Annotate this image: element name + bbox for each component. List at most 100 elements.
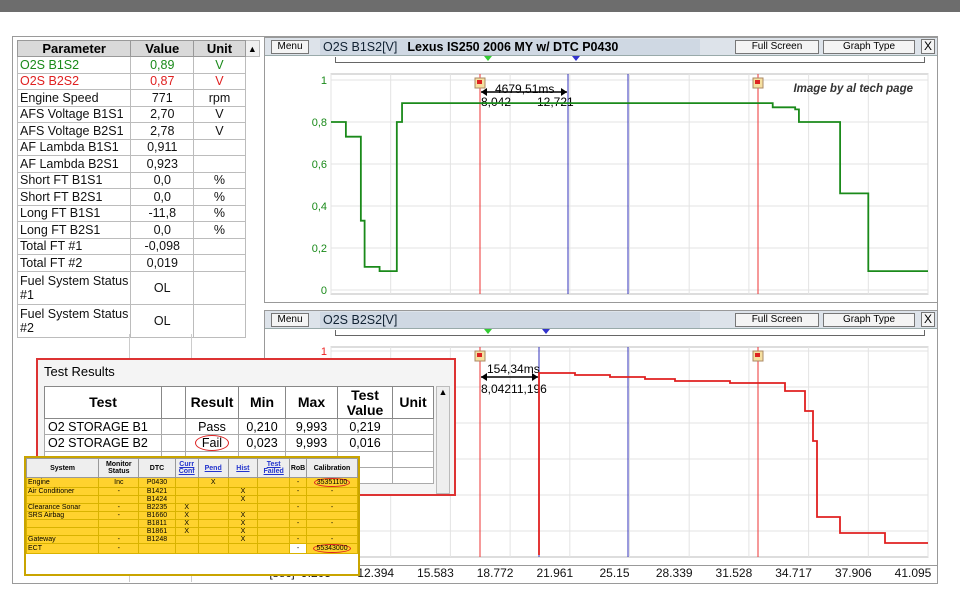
graph1-slider-green-marker[interactable] [484, 56, 492, 61]
tr-header-max[interactable]: Max [285, 386, 338, 419]
param-header-parameter[interactable]: Parameter [16, 40, 132, 57]
param-row[interactable]: Engine Speed 771 rpm [16, 89, 260, 107]
graph1-menu-button[interactable]: Menu [271, 40, 309, 54]
graph2-graph-type-button[interactable]: Graph Type [823, 313, 915, 327]
dtc-cell: - [306, 535, 358, 544]
param-row[interactable]: AF Lambda B1S1 0,911 [16, 138, 260, 156]
param-row[interactable]: Long FT B2S1 0,0% [16, 221, 260, 239]
dtc-cell [227, 543, 259, 554]
dtc-header[interactable]: Curr Conf [174, 458, 199, 478]
graph1-close-button[interactable]: X [921, 39, 935, 54]
graph1-full-screen-button[interactable]: Full Screen [735, 40, 819, 54]
dtc-cell: X [174, 511, 199, 520]
x-tick-label: 15.583 [417, 566, 454, 580]
dtc-cell: X [227, 527, 259, 536]
param-row[interactable]: Fuel System Status #1 OL [16, 270, 260, 305]
graph1-slider-blue-marker[interactable] [572, 56, 580, 61]
test-results-scrollbar[interactable]: ▲ [436, 386, 450, 494]
dtc-cell [197, 543, 229, 554]
dtc-cell [257, 543, 291, 554]
dtc-cell: - [98, 487, 140, 496]
param-unit: % [193, 204, 246, 222]
scroll-up-icon[interactable]: ▲ [244, 40, 261, 57]
graph2-full-screen-button[interactable]: Full Screen [735, 313, 819, 327]
param-row[interactable]: O2S B1S2 0,89 V [16, 56, 260, 74]
dtc-header[interactable]: Pend [197, 458, 229, 478]
param-unit: V [193, 122, 246, 140]
param-header-value[interactable]: Value [130, 40, 195, 57]
dtc-cell: - [98, 543, 140, 554]
x-tick-label: 12.394 [357, 566, 395, 580]
param-unit [193, 303, 246, 338]
dtc-row[interactable]: B1424 X [25, 495, 358, 504]
graph1-plot[interactable]: 1 0,8 0,6 0,4 0,2 0 4679,51ms8,042 12,721 Image … [265, 64, 939, 304]
param-row[interactable]: AF Lambda B2S1 0,923 [16, 155, 260, 173]
dtc-cell: - [98, 535, 140, 544]
param-unit: rpm [193, 89, 246, 107]
graph2-menu-button[interactable]: Menu [271, 313, 309, 327]
graph1-channel[interactable]: O2S B1S2[V] [323, 40, 397, 54]
dtc-cell: - [289, 519, 308, 528]
param-row[interactable]: Short FT B2S1 0,0% [16, 188, 260, 206]
dtc-header[interactable]: Hist [227, 458, 259, 478]
dtc-row[interactable]: Air Conditioner - B1421 X - - [25, 487, 358, 496]
param-row[interactable]: Short FT B1S1 0,0% [16, 171, 260, 189]
graph2-channel[interactable]: O2S B2S2[V] [323, 313, 397, 327]
dtc-row[interactable]: ECT - -55343000 [25, 543, 358, 554]
param-unit: % [193, 188, 246, 206]
param-name: AFS Voltage B1S1 [16, 105, 132, 123]
graph2-flag-icon-mark [755, 353, 760, 357]
tr-header-unit[interactable]: Unit [392, 386, 434, 419]
dtc-row[interactable]: Engine Inc P0430 X -35351100 [25, 477, 358, 488]
tr-header-test[interactable]: Test [44, 386, 162, 419]
param-row-spacer [245, 172, 259, 189]
param-row-spacer [245, 304, 259, 337]
param-header-unit[interactable]: Unit [193, 40, 246, 57]
param-name: AF Lambda B2S1 [16, 155, 132, 173]
param-row[interactable]: Total FT #2 0,019 [16, 254, 260, 272]
dtc-cell: Inc [98, 477, 140, 488]
test-result-row[interactable]: O2 STORAGE B2 Fail 0,023 9,993 0,016 [44, 434, 434, 452]
param-name: O2S B2S2 [16, 72, 132, 90]
graph1-range-slider[interactable] [335, 56, 925, 63]
param-row[interactable]: AFS Voltage B1S1 2,70 V [16, 105, 260, 123]
param-unit: V [193, 105, 246, 123]
param-row[interactable]: Long FT B1S1 -11,8% [16, 204, 260, 222]
param-row[interactable]: AFS Voltage B2S1 2,78 V [16, 122, 260, 140]
dtc-cell [289, 527, 308, 536]
dtc-row[interactable]: B1811 X X - - [25, 519, 358, 528]
graph2-range-slider[interactable] [335, 329, 925, 336]
tr-header-min[interactable]: Min [238, 386, 286, 419]
test-result-unit [392, 418, 434, 435]
param-name: Long FT B1S1 [16, 204, 132, 222]
param-row[interactable]: Total FT #1 -0,098 [16, 237, 260, 255]
dtc-header: System [25, 458, 100, 478]
graph1-y-tick: 0 [321, 285, 327, 297]
dtc-cell: B1248 [138, 535, 176, 544]
dtc-row[interactable]: SRS Airbag - B1660 X X [25, 511, 358, 520]
dtc-header[interactable]: Test Failed [257, 458, 291, 478]
graph2-slider-blue-marker[interactable] [542, 329, 550, 334]
dtc-cell: B1861 [138, 527, 176, 536]
test-result-max: 9,993 [285, 418, 338, 435]
param-row-spacer [245, 90, 259, 107]
param-row[interactable]: Fuel System Status #2 OL [16, 303, 260, 338]
graph2-close-button[interactable]: X [921, 312, 935, 327]
param-value: OL [130, 303, 195, 338]
graph2-slider-green-marker[interactable] [484, 329, 492, 334]
test-result-value: 0,219 [337, 418, 393, 435]
test-result-row[interactable]: O2 STORAGE B1 Pass 0,210 9,993 0,219 [44, 418, 434, 435]
tr-header-test-value[interactable]: Test Value [337, 386, 393, 419]
param-value: -11,8 [130, 204, 195, 222]
param-row[interactable]: O2S B2S2 0,87 V [16, 72, 260, 90]
dtc-cell [257, 487, 291, 496]
graph1-graph-type-button[interactable]: Graph Type [823, 40, 915, 54]
tr-header-blank [161, 386, 186, 419]
dtc-row[interactable]: Gateway - B1248 X - - [25, 535, 358, 544]
tr-header-result[interactable]: Result [185, 386, 239, 419]
dtc-cell: B1421 [138, 487, 176, 496]
param-value: 0,911 [130, 138, 195, 156]
dtc-row[interactable]: Clearance Sonar - B2235 X - - [25, 503, 358, 512]
dtc-cell: - [289, 487, 308, 496]
dtc-row[interactable]: B1861 X X [25, 527, 358, 536]
